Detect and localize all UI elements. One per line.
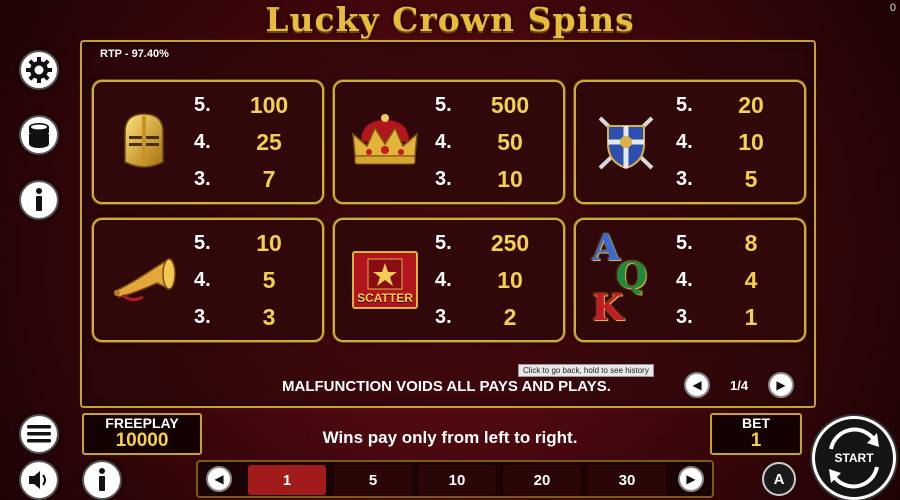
pay-value: 10 — [497, 267, 523, 293]
autoplay-button[interactable]: A — [762, 462, 796, 496]
start-button[interactable]: START — [812, 416, 896, 500]
pay-value: 7 — [262, 166, 276, 192]
pay-count: 4. — [194, 131, 211, 153]
pay-count: 4. — [676, 269, 693, 291]
paytable-card: SCATTER 5. 250 4. 10 3. 2 — [333, 218, 565, 342]
paytable-card: 5. 10 4. 5 3. 3 — [92, 218, 324, 342]
pay-count: 4. — [194, 269, 211, 291]
game-info-button[interactable] — [82, 460, 122, 500]
bet-label: BET — [742, 415, 770, 431]
bet-decrease-button[interactable]: ◀ — [206, 466, 232, 492]
pay-count: 3. — [435, 306, 452, 328]
shield-swords-icon — [584, 100, 668, 184]
autoplay-icon: A — [773, 470, 785, 488]
pay-count: 4. — [435, 269, 452, 291]
pay-value: 1 — [744, 304, 758, 330]
letter-k: K — [592, 287, 624, 329]
pay-count: 3. — [676, 306, 693, 328]
knight-helmet-icon — [102, 100, 186, 184]
speaker-icon — [29, 471, 46, 489]
pay-value: 50 — [497, 129, 523, 155]
arrow-left-icon: ◀ — [692, 378, 702, 392]
info-icon — [99, 468, 105, 491]
info-icon — [36, 188, 42, 211]
crown-icon — [343, 100, 427, 184]
arrow-right-icon: ▶ — [776, 378, 786, 392]
pay-count: 5. — [676, 232, 693, 254]
pay-value: 5 — [744, 166, 758, 192]
next-page-button[interactable]: ▶ — [768, 372, 794, 398]
arrow-right-icon: ▶ — [686, 472, 696, 486]
bet-option[interactable]: 5 — [334, 465, 412, 495]
pay-value: 100 — [249, 92, 289, 118]
pay-value: 10 — [738, 129, 764, 155]
corner-counter: 0 — [889, 2, 896, 14]
aqk-icon: A Q K — [584, 224, 668, 336]
pay-value: 8 — [744, 230, 758, 256]
pay-count: 5. — [194, 232, 211, 254]
settings-button[interactable] — [19, 50, 59, 90]
bet-option[interactable]: 20 — [503, 465, 581, 495]
gear-icon — [26, 57, 52, 83]
sound-button[interactable] — [19, 460, 59, 500]
paytable-grid: 5. 100 4. 25 3. 7 5. 500 4. 50 3. 10 5. … — [92, 80, 808, 342]
paytable-card: 5. 100 4. 25 3. 7 — [92, 80, 324, 204]
pay-value: 3 — [262, 304, 276, 330]
pay-count: 5. — [194, 94, 211, 116]
rtp-label: RTP - 97.40% — [100, 48, 169, 60]
bet-option[interactable]: 10 — [418, 465, 496, 495]
bet-option[interactable]: 30 — [588, 465, 666, 495]
back-tooltip: Click to go back, hold to see history — [518, 364, 654, 377]
scatter-icon: SCATTER — [343, 238, 427, 322]
paytable-card: A Q K 5. 8 4. 4 3. 1 — [574, 218, 806, 342]
pay-count: 3. — [194, 306, 211, 328]
game-title: Lucky Crown Spins — [265, 0, 635, 39]
page-indicator: 1/4 — [730, 378, 749, 393]
bet-option[interactable]: 1 — [248, 465, 326, 495]
bet-increase-button[interactable]: ▶ — [678, 466, 704, 492]
pay-value: 10 — [256, 230, 282, 256]
pay-value: 20 — [738, 92, 764, 118]
pay-value: 10 — [497, 166, 523, 192]
pay-count: 3. — [676, 168, 693, 190]
pay-count: 5. — [435, 94, 452, 116]
bet-selector: ◀ 1 5 10 20 30 ▶ — [196, 460, 714, 498]
paytable-card: 5. 20 4. 10 3. 5 — [574, 80, 806, 204]
bet-box: BET 1 — [710, 413, 802, 455]
previous-page-button[interactable]: ◀ — [684, 372, 710, 398]
paytable-card: 5. 500 4. 50 3. 10 — [333, 80, 565, 204]
coins-button[interactable] — [19, 115, 59, 155]
start-label: START — [834, 451, 874, 465]
coin-stack-icon — [29, 123, 49, 148]
pay-count: 4. — [435, 131, 452, 153]
scatter-label: SCATTER — [357, 291, 413, 305]
horn-icon — [102, 238, 186, 322]
pay-value: 25 — [256, 129, 282, 155]
pay-value: 250 — [490, 230, 530, 256]
pay-value: 4 — [744, 267, 758, 293]
malfunction-notice: MALFUNCTION VOIDS ALL PAYS AND PLAYS. — [282, 378, 611, 395]
pay-count: 3. — [435, 168, 452, 190]
pay-value: 5 — [262, 267, 276, 293]
pay-count: 3. — [194, 168, 211, 190]
info-button[interactable] — [19, 180, 59, 220]
pay-count: 5. — [435, 232, 452, 254]
bet-value: 1 — [750, 430, 762, 451]
pay-value: 2 — [503, 304, 517, 330]
arrow-left-icon: ◀ — [214, 472, 224, 486]
pay-count: 4. — [676, 131, 693, 153]
pay-value: 500 — [490, 92, 530, 118]
pay-count: 5. — [676, 94, 693, 116]
paytable-panel: RTP - 97.40% 5. 100 4. 25 3. 7 5. 500 4.… — [80, 40, 816, 408]
